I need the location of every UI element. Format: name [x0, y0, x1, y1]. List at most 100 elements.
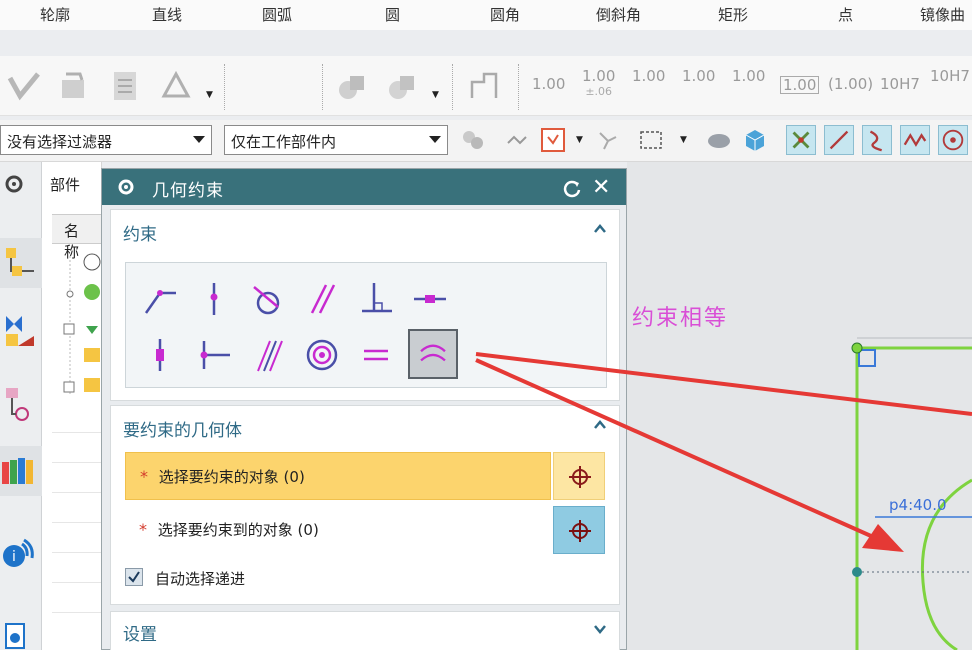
- feature-solid-icon[interactable]: [334, 68, 370, 104]
- constraint-type-palette: [125, 262, 607, 388]
- dimension-label[interactable]: p4:40.0: [889, 496, 947, 514]
- history-icon[interactable]: [0, 614, 42, 650]
- coincident-icon[interactable]: [138, 277, 182, 321]
- menu-chamfer[interactable]: 倒斜角: [596, 4, 641, 25]
- part-navigator-panel: 部件 名称: [42, 162, 102, 650]
- resource-bar: i: [0, 162, 42, 650]
- select-curve-icon[interactable]: [502, 125, 532, 155]
- close-icon[interactable]: ✕: [592, 175, 610, 200]
- snap-control-icon[interactable]: [862, 125, 892, 155]
- menu-rectangle[interactable]: 矩形: [718, 4, 748, 25]
- checkmark-icon: [128, 571, 140, 583]
- constraint-section-title[interactable]: 约束: [123, 220, 157, 245]
- snap-midpoint-icon[interactable]: [824, 125, 854, 155]
- chevron-down-icon: [429, 136, 441, 143]
- tolerance-button-6[interactable]: 1.00: [780, 76, 820, 94]
- scope-filter-select[interactable]: 仅在工作部件内: [224, 125, 448, 155]
- constraint-check-icon[interactable]: [6, 68, 42, 104]
- assembly-navigator-icon[interactable]: [0, 238, 42, 288]
- toolbar-dropdown-icon[interactable]: ▼: [206, 90, 213, 100]
- settings-section-title[interactable]: 设置: [123, 620, 157, 645]
- tolerance-button-3[interactable]: 1.00: [632, 68, 665, 84]
- type-filter-select[interactable]: 没有选择过滤器: [0, 125, 212, 155]
- perpendicular-icon[interactable]: [354, 277, 398, 321]
- snap-point-icon[interactable]: [538, 125, 568, 155]
- constraint-navigator-icon[interactable]: [0, 306, 42, 356]
- menu-point[interactable]: 点: [838, 4, 853, 25]
- icon-toolbar: ▼ ▼ 1.00 1.00 ±.06 1.00 1.00 1.00 1.00 (1…: [0, 56, 972, 116]
- tangent-icon[interactable]: [246, 277, 290, 321]
- reuse-library-icon[interactable]: [0, 446, 42, 496]
- menu-arc[interactable]: 圆弧: [262, 4, 292, 25]
- constraint-section: 约束: [110, 209, 620, 401]
- dialog-title-bar[interactable]: 几何约束 ✕: [102, 169, 626, 205]
- tolerance-button-7[interactable]: (1.00): [828, 76, 873, 92]
- information-icon[interactable]: i: [0, 526, 42, 576]
- tolerance-button-4[interactable]: 1.00: [682, 68, 715, 84]
- point-on-curve-icon[interactable]: [192, 277, 236, 321]
- menu-mirror-curve[interactable]: 镜像曲: [920, 4, 965, 25]
- sketch-menu-row: 轮廓 直线 圆弧 圆 圆角 倒斜角 矩形 点 镜像曲: [0, 0, 972, 30]
- select-dropdown-icon[interactable]: ▼: [680, 135, 687, 145]
- parallel-icon[interactable]: [300, 277, 344, 321]
- menu-profile[interactable]: 轮廓: [40, 4, 70, 25]
- navigator-column-header[interactable]: 名称: [52, 214, 102, 261]
- snap-intersection-icon[interactable]: [900, 125, 930, 155]
- horizontal-icon[interactable]: [408, 277, 452, 321]
- select-object-to-constrain-to[interactable]: * 选择要约束到的对象 (0): [125, 506, 551, 554]
- menu-line[interactable]: 直线: [152, 4, 182, 25]
- auto-advance-label: 自动选择递进: [155, 570, 246, 588]
- svg-text:i: i: [12, 549, 16, 565]
- tolerance-button-5[interactable]: 1.00: [732, 68, 765, 84]
- select-target-button[interactable]: [553, 506, 605, 554]
- auto-advance-checkbox[interactable]: [125, 568, 143, 586]
- show-constraints-icon[interactable]: [108, 68, 144, 104]
- rectangle-select-icon[interactable]: [636, 125, 666, 155]
- snap-dropdown-icon[interactable]: ▼: [576, 135, 583, 145]
- snap-arc-center-icon[interactable]: [938, 125, 968, 155]
- equal-length-icon[interactable]: [354, 333, 398, 377]
- tolerance-button-2[interactable]: 1.00 ±.06: [582, 68, 615, 100]
- navigator-tree: [63, 253, 101, 396]
- reset-icon[interactable]: [562, 178, 582, 198]
- chevron-up-icon[interactable]: [593, 418, 607, 432]
- chevron-down-icon[interactable]: [593, 622, 607, 636]
- geometric-constraints-dialog: 几何约束 ✕ 约束 要约束的几何体 * 选择要约束的对象 (0) * 选择要约束…: [101, 168, 627, 650]
- assembly-filter-icon[interactable]: [458, 125, 488, 155]
- crosshair-icon: [569, 520, 591, 542]
- collinear-icon[interactable]: [246, 333, 290, 377]
- gear-icon[interactable]: [0, 166, 42, 206]
- vertical-icon[interactable]: [138, 333, 182, 377]
- dimension-icon[interactable]: [466, 68, 502, 104]
- scope-filter-value: 仅在工作部件内: [231, 133, 337, 151]
- part-navigator-icon[interactable]: [0, 380, 42, 430]
- fit-button-1[interactable]: 10H7: [880, 76, 920, 92]
- navigator-tab[interactable]: 部件: [50, 174, 80, 195]
- geometry-section: 要约束的几何体 * 选择要约束的对象 (0) * 选择要约束到的对象 (0) 自…: [110, 405, 620, 605]
- auto-constrain-icon[interactable]: [56, 68, 92, 104]
- select-object-button[interactable]: [553, 452, 605, 500]
- gear-icon[interactable]: [116, 177, 136, 197]
- midpoint-icon[interactable]: [192, 333, 236, 377]
- fit-button-2[interactable]: 10H7: [930, 68, 970, 84]
- relations-icon[interactable]: [158, 68, 194, 104]
- snap-endpoint-icon[interactable]: [786, 125, 816, 155]
- required-marker: *: [140, 467, 148, 486]
- chevron-up-icon[interactable]: [593, 222, 607, 236]
- select-object-label: 选择要约束的对象 (0): [158, 468, 305, 486]
- graphics-window[interactable]: p4:40.0: [627, 162, 972, 650]
- chevron-down-icon: [193, 136, 205, 143]
- select-target-label: 选择要约束到的对象 (0): [157, 521, 319, 539]
- tolerance-button-1[interactable]: 1.00: [532, 76, 565, 92]
- menu-fillet[interactable]: 圆角: [490, 4, 520, 25]
- concentric-icon[interactable]: [300, 333, 344, 377]
- equal-radius-icon[interactable]: [408, 329, 458, 379]
- menu-circle[interactable]: 圆: [385, 4, 400, 25]
- shaded-body-icon[interactable]: [704, 125, 734, 155]
- feature-dropdown-icon[interactable]: ▼: [432, 90, 439, 100]
- geometry-section-title[interactable]: 要约束的几何体: [123, 416, 242, 441]
- feature-group-icon[interactable]: [384, 68, 420, 104]
- select-object-to-constrain[interactable]: * 选择要约束的对象 (0): [125, 452, 551, 500]
- curve-rule-icon[interactable]: [592, 125, 622, 155]
- cube-view-icon[interactable]: [740, 125, 770, 155]
